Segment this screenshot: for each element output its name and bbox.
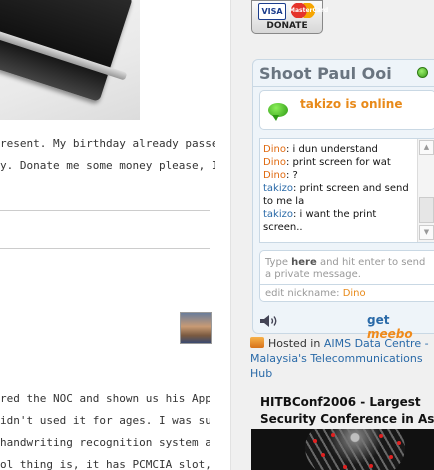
chat-sender: Dino: [263, 157, 286, 168]
scroll-thumb[interactable]: [419, 197, 434, 223]
chat-bubble-icon: [268, 103, 288, 121]
nickname-label: edit nickname:: [265, 288, 343, 299]
scroll-up-icon[interactable]: ▲: [419, 140, 434, 155]
blog-post-column: resent. My birthday already passed 2 y. …: [0, 0, 230, 470]
chat-message: takizo: i want the print screen..: [263, 208, 413, 234]
donate-button[interactable]: VISA MasterCard DONATE: [251, 0, 328, 34]
chat-sender: Dino: [263, 170, 286, 181]
post-text-line: handwriting recognition system and: [0, 436, 210, 449]
chat-message: Dino: print screen for wat: [263, 156, 413, 169]
laptop-photo: [0, 0, 140, 120]
author-avatar[interactable]: [180, 312, 212, 344]
online-status-icon: [417, 67, 428, 78]
post-text-line: red the NOC and shown us his Apple: [0, 392, 210, 405]
speaker-icon[interactable]: [259, 314, 279, 328]
hosted-prefix: Hosted in: [268, 337, 324, 350]
status-box: takizo is online: [259, 90, 434, 130]
scroll-down-icon[interactable]: ▼: [419, 225, 434, 240]
nickname-value: Dino: [342, 288, 366, 299]
chat-text: : i dun understand: [285, 144, 378, 155]
sidebar: VISA MasterCard DONATE Shoot Paul Ooi ta…: [230, 0, 434, 470]
message-placeholder: Type here and hit enter to send a privat…: [265, 257, 426, 280]
meebo-chat-widget: Shoot Paul Ooi takizo is online Dino: i …: [252, 59, 434, 341]
post-text-line: idn't used it for ages. I was supriced: [0, 414, 210, 427]
post-text-line: ol thing is, it has PCMCIA slot, which: [0, 458, 210, 470]
online-status-text: takizo is online: [300, 97, 403, 111]
chat-text: : print screen for wat: [285, 157, 391, 168]
chat-messages: Dino: i dun understand Dino: print scree…: [263, 143, 413, 234]
edit-nickname[interactable]: edit nickname: Dino: [265, 288, 366, 299]
divider: [0, 248, 210, 249]
chat-scrollbar[interactable]: ▲ ▼: [417, 139, 434, 242]
visa-card-icon: VISA: [258, 3, 286, 20]
conference-banner-image[interactable]: [251, 429, 434, 470]
chat-log[interactable]: Dino: i dun understand Dino: print scree…: [259, 138, 434, 243]
hosted-note: Hosted in AIMS Data Centre - Malaysia's …: [250, 336, 434, 381]
post-text-line: resent. My birthday already passed 2: [0, 137, 215, 150]
datacentre-icon: [250, 337, 264, 348]
chat-message: Dino: i dun understand: [263, 143, 413, 156]
donate-label: DONATE: [266, 21, 308, 31]
widget-title: Shoot Paul Ooi: [259, 64, 392, 83]
divider: [0, 210, 210, 211]
chat-message: Dino: ?: [263, 169, 413, 182]
chat-sender: Dino: [263, 144, 286, 155]
post-text-line: y. Donate me some money please, I: [0, 159, 215, 172]
chat-sender: takizo: [263, 209, 293, 220]
mastercard-icon: MasterCard: [289, 3, 328, 18]
message-input[interactable]: Type here and hit enter to send a privat…: [259, 250, 434, 302]
conference-title[interactable]: HITBConf2006 - Largest Security Conferen…: [260, 394, 434, 428]
chat-text: : ?: [285, 170, 298, 181]
chat-sender: takizo: [263, 183, 293, 194]
chat-message: takizo: print screen and send to me la: [263, 182, 413, 208]
